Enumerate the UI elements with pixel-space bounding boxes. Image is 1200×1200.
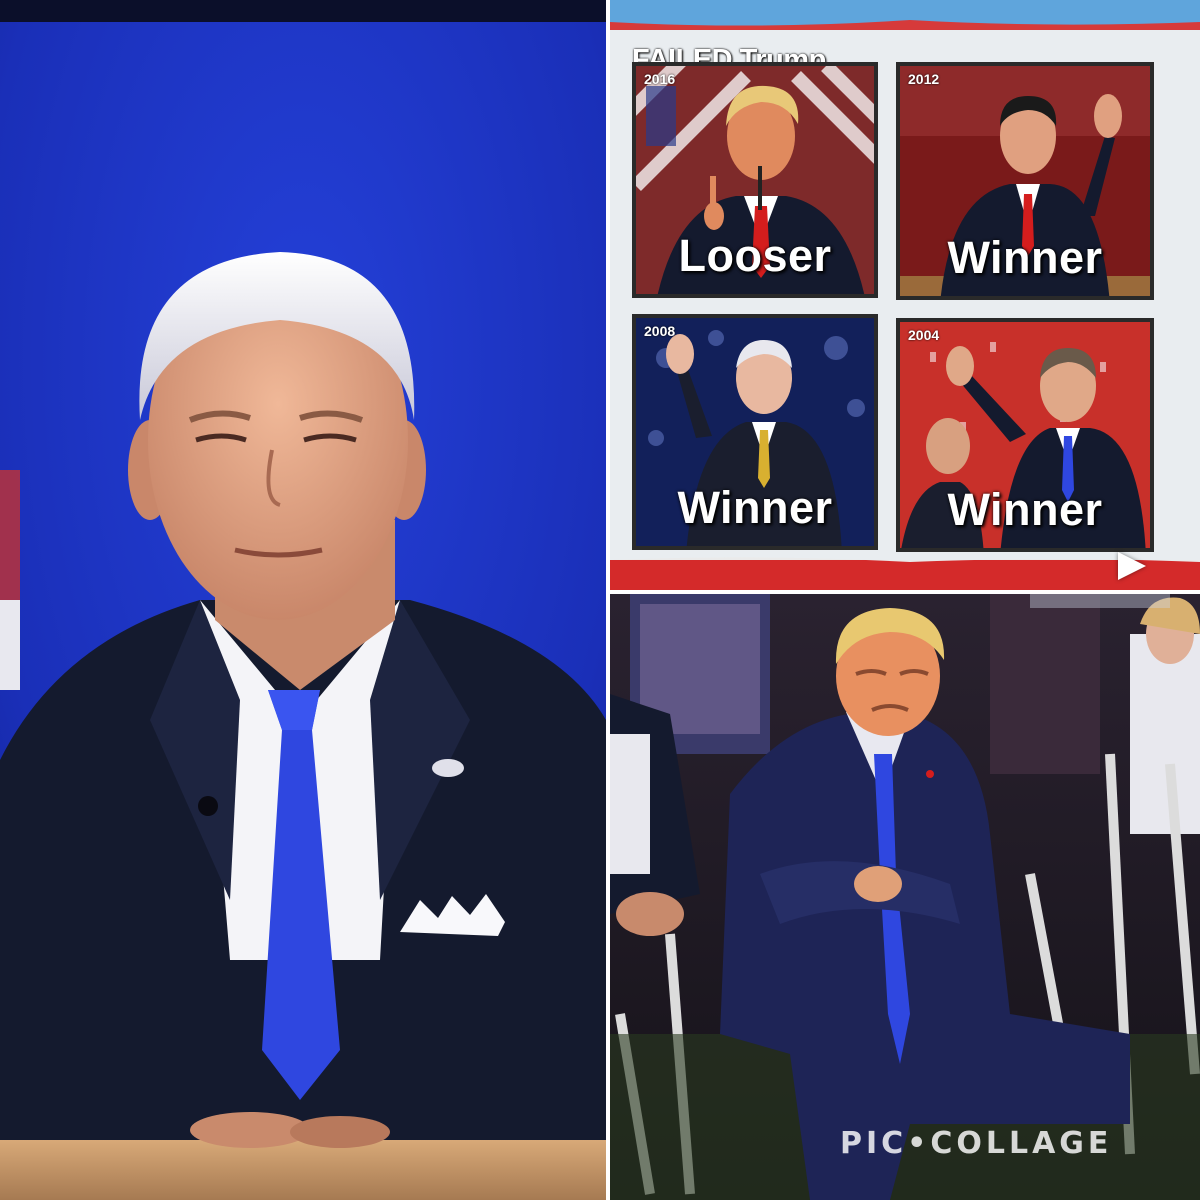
tile-2008: 2008 Winner <box>632 314 878 550</box>
tile-2012: 2012 Winner <box>896 62 1154 300</box>
tile-year: 2012 <box>908 71 940 87</box>
watermark-logo: PIC•COLLAGE <box>840 1126 1113 1161</box>
tile-label: Winner <box>947 484 1103 535</box>
tile-label: Winner <box>947 232 1103 283</box>
tile-2004: 2004 Winner <box>896 318 1154 552</box>
audience-illustration <box>610 594 1200 1200</box>
tile-year: 2008 <box>644 323 676 339</box>
photo-seated-audience <box>610 594 1200 1200</box>
speaker-illustration <box>0 0 606 1200</box>
tile-label: Looser <box>678 230 832 281</box>
tile-year: 2004 <box>908 327 940 343</box>
photo-tv-board: FAILED Trump 2016 Looser 2012 Winner 200… <box>610 0 1200 590</box>
tile-label: Winner <box>677 482 833 533</box>
tile-year: 2016 <box>644 71 676 87</box>
tile-2016: 2016 Looser <box>632 62 878 298</box>
photo-speaker-podium <box>0 0 606 1200</box>
next-arrow-icon[interactable] <box>1118 552 1146 580</box>
